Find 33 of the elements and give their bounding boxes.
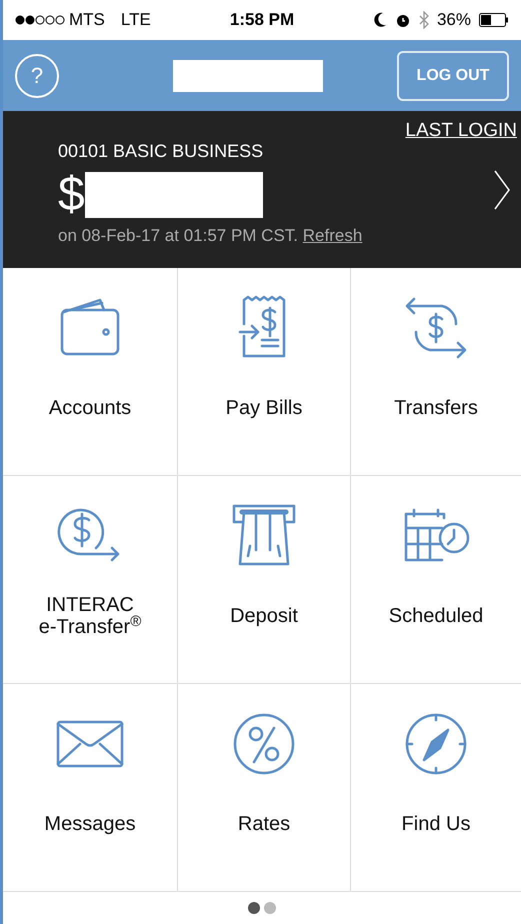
- network-text: LTE: [120, 9, 151, 32]
- menu-tile[interactable]: Accounts: [3, 268, 178, 476]
- menu-tile[interactable]: INTERAC e-Transfer$^{®}$: [3, 476, 178, 684]
- menu-tile[interactable]: Transfers: [351, 268, 521, 476]
- carrier-text: MTS: [69, 9, 105, 32]
- tile-label: Deposit: [230, 605, 298, 627]
- tile-label: INTERAC e-Transfer$^{®}$: [38, 594, 142, 638]
- menu-tile[interactable]: Rates: [178, 684, 351, 892]
- time-text: 1:58 PM: [230, 9, 294, 32]
- refresh-link[interactable]: Refresh: [302, 226, 362, 246]
- signal-icon: [15, 15, 65, 25]
- menu-tile[interactable]: Find Us: [351, 684, 521, 892]
- tile-label: Rates: [238, 813, 290, 835]
- tile-label: Accounts: [48, 397, 132, 419]
- tile-label: Pay Bills: [226, 397, 302, 419]
- last-login-link[interactable]: LAST LOGIN: [405, 117, 517, 146]
- battery-percent-text: 36%: [436, 9, 471, 32]
- menu-tile[interactable]: Deposit: [178, 476, 351, 684]
- chevron-right-icon[interactable]: [493, 168, 511, 210]
- tile-label: Scheduled: [388, 605, 484, 627]
- currency-symbol: $: [58, 167, 85, 224]
- balance-timestamp: on 08-Feb-17 at 01:57 PM CST.: [58, 226, 300, 246]
- tile-label: Find Us: [402, 813, 470, 835]
- battery-icon: [479, 13, 509, 27]
- tile-label: Messages: [44, 813, 136, 835]
- menu-tile[interactable]: Messages: [3, 684, 178, 892]
- menu-tile[interactable]: Pay Bills: [178, 268, 351, 476]
- moon-icon: [372, 12, 387, 28]
- alarm-clock-icon: [394, 12, 411, 28]
- account-name: 00101 BASIC BUSINESS: [58, 140, 264, 164]
- tile-label: Transfers: [394, 397, 478, 419]
- bluetooth-icon: [418, 11, 429, 29]
- menu-tile[interactable]: Scheduled: [351, 476, 521, 684]
